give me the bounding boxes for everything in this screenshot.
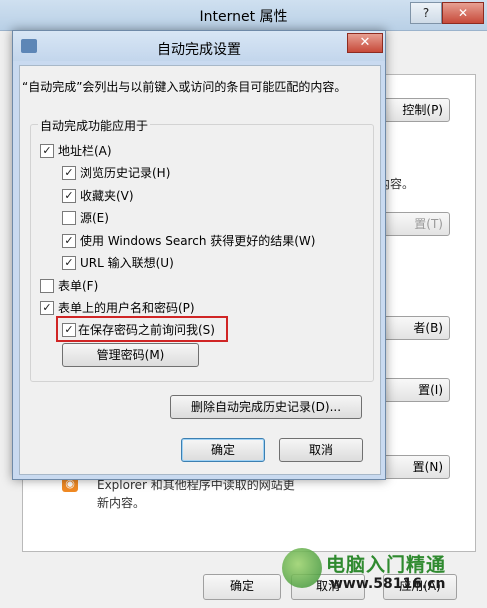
feeds-label: 源(E) xyxy=(80,211,109,225)
outer-close-button[interactable]: ✕ xyxy=(442,2,484,24)
feeds-settings-button[interactable]: 置(I) xyxy=(380,378,450,402)
dialog-close-button[interactable]: ✕ xyxy=(347,33,383,53)
usernames-passwords-label: 表单上的用户名和密码(P) xyxy=(58,301,195,315)
forms-checkbox[interactable] xyxy=(40,279,54,293)
outer-ok-button[interactable]: 确定 xyxy=(203,574,281,600)
content-control-button[interactable]: 控制(P) xyxy=(380,98,450,122)
dialog-description: “自动完成”会列出与以前键入或访问的条目可能匹配的内容。 xyxy=(22,80,347,94)
watermark-url: www.58116.cn xyxy=(330,576,446,592)
address-bar-checkbox[interactable]: ✓ xyxy=(40,144,54,158)
favorites-checkbox[interactable]: ✓ xyxy=(62,189,76,203)
watermark-logo-icon xyxy=(282,548,322,588)
url-suggestions-checkbox[interactable]: ✓ xyxy=(62,256,76,270)
group-label: 自动完成功能应用于 xyxy=(38,117,151,134)
webslices-settings-button[interactable]: 置(N) xyxy=(380,455,450,479)
cancel-button[interactable]: 取消 xyxy=(279,438,363,462)
usernames-passwords-checkbox[interactable]: ✓ xyxy=(40,301,54,315)
manage-passwords-button[interactable]: 管理密码(M) xyxy=(62,343,199,367)
dialog-title: 自动完成设置 xyxy=(157,42,241,58)
feeds-text-line2: 新内容。 xyxy=(97,496,146,510)
browsing-history-label: 浏览历史记录(H) xyxy=(80,166,171,180)
url-suggestions-label: URL 输入联想(U) xyxy=(80,256,174,270)
publishers-button[interactable]: 者(B) xyxy=(380,316,450,340)
favorites-label: 收藏夹(V) xyxy=(80,189,134,203)
help-button[interactable]: ? xyxy=(410,2,442,24)
ask-before-saving-label: 在保存密码之前询问我(S) xyxy=(78,323,215,337)
watermark-title: 电脑入门精通 xyxy=(326,554,447,576)
feeds-checkbox[interactable] xyxy=(62,211,76,225)
address-bar-label: 地址栏(A) xyxy=(58,144,112,158)
forms-label: 表单(F) xyxy=(58,279,99,293)
windows-search-checkbox[interactable]: ✓ xyxy=(62,234,76,248)
ask-before-saving-checkbox[interactable]: ✓ xyxy=(62,323,76,337)
delete-history-button[interactable]: 删除自动完成历史记录(D)... xyxy=(170,395,362,419)
ok-button[interactable]: 确定 xyxy=(181,438,265,462)
autocomplete-settings-button: 置(T) xyxy=(380,212,450,236)
browsing-history-checkbox[interactable]: ✓ xyxy=(62,166,76,180)
windows-search-label: 使用 Windows Search 获得更好的结果(W) xyxy=(80,234,316,248)
